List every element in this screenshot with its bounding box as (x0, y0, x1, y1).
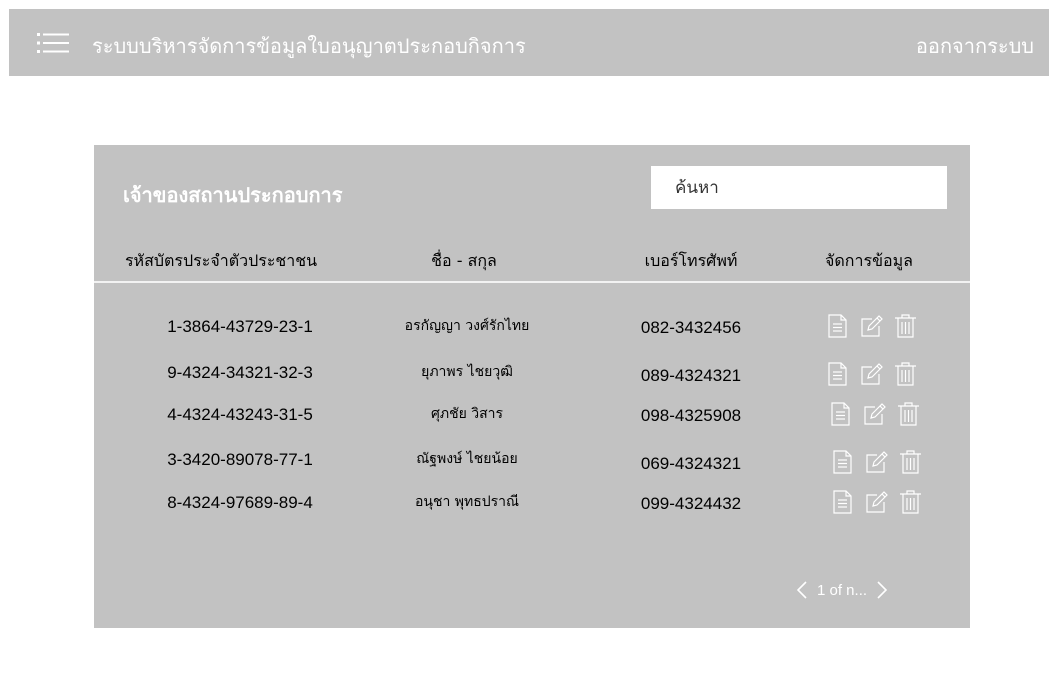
trash-icon[interactable] (893, 313, 918, 339)
chevron-left-icon[interactable] (795, 580, 809, 600)
row-actions (825, 361, 919, 387)
trash-icon[interactable] (893, 361, 918, 387)
cell-phone: 099-4324432 (640, 494, 742, 513)
row-actions (830, 449, 924, 475)
cell-citizen-id: 4-4324-43243-31-5 (167, 405, 313, 424)
panel-title: เจ้าของสถานประกอบการ (123, 183, 343, 207)
hamburger-menu-icon[interactable] (37, 32, 69, 54)
page-indicator: 1 of n... (817, 581, 868, 599)
document-icon[interactable] (825, 313, 850, 339)
row-actions (828, 401, 922, 427)
cell-full-name: อนุชา พุทธปราณี (414, 494, 520, 510)
document-icon[interactable] (830, 489, 855, 515)
document-icon[interactable] (828, 401, 853, 427)
cell-full-name: ณัฐพงษ์ ไชยน้อย (416, 451, 518, 467)
app-title: ระบบบริหารจัดการข้อมูลใบอนุญาตประกอบกิจก… (92, 34, 526, 58)
cell-phone: 098-4325908 (640, 406, 742, 425)
column-header-phone: เบอร์โทรศัพท์ (644, 251, 738, 270)
row-actions (830, 489, 924, 515)
cell-phone: 082-3432456 (640, 318, 742, 337)
column-header-id: รหัสบัตรประจำตัวประชาชน (124, 251, 318, 270)
row-actions (825, 313, 919, 339)
logout-button[interactable]: ออกจากระบบ (916, 30, 1034, 62)
cell-citizen-id: 1-3864-43729-23-1 (167, 317, 313, 336)
search-input[interactable] (651, 166, 947, 209)
header-divider (94, 281, 970, 283)
edit-icon[interactable] (864, 449, 889, 475)
cell-citizen-id: 8-4324-97689-89-4 (167, 493, 313, 512)
column-header-actions: จัดการข้อมูล (825, 251, 913, 270)
cell-citizen-id: 9-4324-34321-32-3 (167, 363, 313, 382)
cell-citizen-id: 3-3420-89078-77-1 (167, 450, 313, 469)
trash-icon[interactable] (898, 449, 923, 475)
cell-phone: 069-4324321 (640, 454, 742, 473)
edit-icon[interactable] (859, 313, 884, 339)
cell-full-name: ยุภาพร ไชยวุฒิ (421, 364, 513, 380)
owners-panel: เจ้าของสถานประกอบการ รหัสบัตรประจำตัวประ… (94, 145, 970, 628)
cell-full-name: อรกัญญา วงศ์รักไทย (404, 318, 530, 334)
top-bar: ระบบบริหารจัดการข้อมูลใบอนุญาตประกอบกิจก… (9, 9, 1049, 76)
edit-icon[interactable] (862, 401, 887, 427)
pagination: 1 of n... (795, 580, 889, 600)
document-icon[interactable] (825, 361, 850, 387)
trash-icon[interactable] (896, 401, 921, 427)
column-header-name: ชื่อ - สกุล (431, 251, 497, 270)
edit-icon[interactable] (859, 361, 884, 387)
edit-icon[interactable] (864, 489, 889, 515)
cell-phone: 089-4324321 (640, 366, 742, 385)
document-icon[interactable] (830, 449, 855, 475)
chevron-right-icon[interactable] (875, 580, 889, 600)
trash-icon[interactable] (898, 489, 923, 515)
cell-full-name: ศุภชัย วิสาร (430, 406, 504, 422)
